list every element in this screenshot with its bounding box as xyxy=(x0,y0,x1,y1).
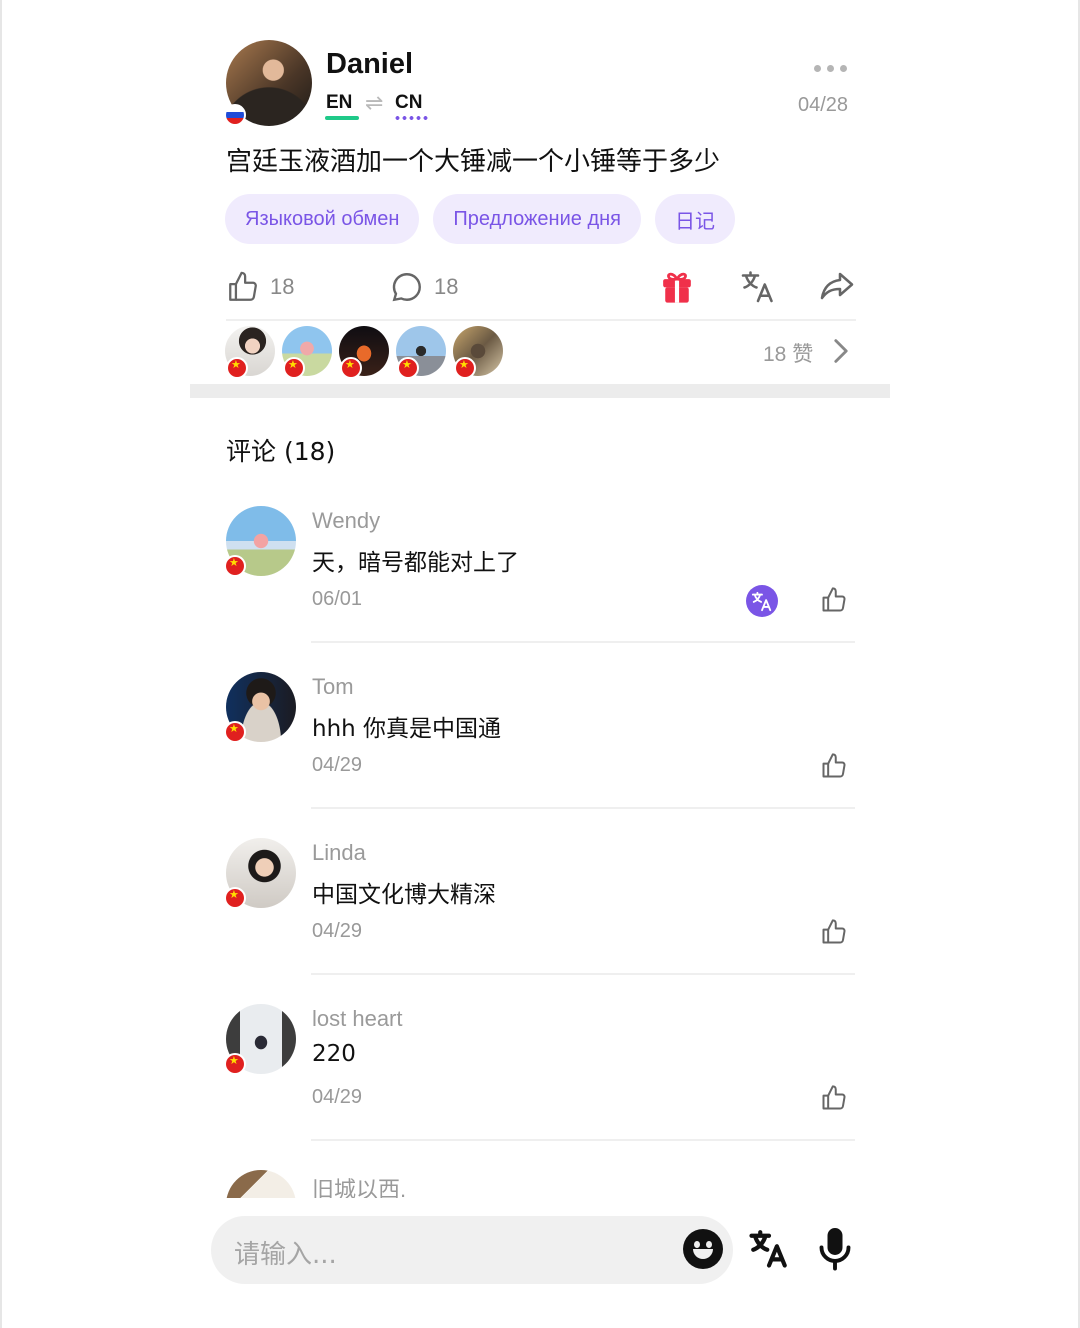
comment-author[interactable]: Wendy xyxy=(312,508,380,534)
comment-date: 06/01 xyxy=(312,588,363,610)
translate-comment-button[interactable] xyxy=(746,585,778,617)
comments-title: 评论 (18) xyxy=(226,437,336,466)
more-options-icon[interactable] xyxy=(814,58,854,78)
translate-icon xyxy=(741,271,773,303)
language-exchange-icon: ⇌ xyxy=(365,91,384,116)
post-date: 04/28 xyxy=(798,94,849,116)
post-text: 宫廷玉液酒加一个大锤减一个小锤等于多少 xyxy=(226,147,721,177)
translate-post-button[interactable] xyxy=(740,268,776,304)
comment-divider xyxy=(311,973,855,975)
author-name[interactable]: Daniel xyxy=(326,48,413,81)
like-count: 18 xyxy=(270,274,295,299)
chevron-right-icon[interactable] xyxy=(832,338,850,364)
comment-divider xyxy=(311,641,855,643)
comment-bubble-icon xyxy=(392,273,421,302)
comment-text: 220 xyxy=(312,1041,356,1067)
comment-author[interactable]: lost heart xyxy=(312,1006,403,1032)
china-flag-icon xyxy=(454,357,476,379)
input-placeholder[interactable]: 请输入... xyxy=(234,1234,337,1271)
native-language-bar xyxy=(325,116,359,120)
likers-count[interactable]: 18 赞 xyxy=(763,338,813,368)
post-actions: 18 18 xyxy=(226,266,856,310)
comment-count: 18 xyxy=(434,274,459,299)
comment-date: 04/29 xyxy=(312,1086,363,1108)
comment-text: 天，暗号都能对上了 xyxy=(312,550,519,576)
comment-author[interactable]: Linda xyxy=(312,840,366,866)
china-flag-icon xyxy=(224,887,246,909)
section-separator xyxy=(190,384,890,398)
comment-date: 04/29 xyxy=(312,754,363,776)
thumbs-up-icon[interactable] xyxy=(820,918,848,946)
share-arrow-icon xyxy=(820,272,854,300)
thumbs-up-icon[interactable] xyxy=(820,752,848,780)
learning-language-dots xyxy=(394,116,430,120)
frame-left-border xyxy=(0,0,2,1328)
share-button[interactable] xyxy=(818,268,856,304)
thumbs-up-icon xyxy=(229,271,257,301)
divider xyxy=(226,319,856,321)
china-flag-icon xyxy=(224,721,246,743)
translate-icon xyxy=(751,591,772,612)
learning-language: CN xyxy=(395,92,423,113)
comment-divider xyxy=(311,807,855,809)
post-tags: Языковой обмен Предложение дня 日记 xyxy=(225,194,735,244)
gift-icon xyxy=(663,272,691,303)
comment-author[interactable]: Tom xyxy=(312,674,354,700)
tag-chip[interactable]: Предложение дня xyxy=(433,194,641,244)
china-flag-icon xyxy=(340,357,362,379)
tag-chip[interactable]: Языковой обмен xyxy=(225,194,420,244)
china-flag-icon xyxy=(283,357,305,379)
china-flag-icon xyxy=(226,357,248,379)
native-language: EN xyxy=(326,92,353,113)
tag-chip[interactable]: 日记 xyxy=(655,194,735,244)
microphone-icon[interactable] xyxy=(817,1226,853,1272)
comment-text: hhh 你真是中国通 xyxy=(312,716,502,742)
gift-button[interactable] xyxy=(660,268,694,304)
china-flag-icon xyxy=(224,555,246,577)
comment-button[interactable]: 18 xyxy=(390,270,458,304)
emoji-icon[interactable] xyxy=(683,1229,723,1269)
translate-icon[interactable] xyxy=(748,1226,790,1270)
thumbs-up-icon[interactable] xyxy=(820,1084,848,1112)
china-flag-icon xyxy=(224,1053,246,1075)
thumbs-up-icon[interactable] xyxy=(820,586,848,614)
russia-flag-icon xyxy=(224,104,246,126)
like-button[interactable]: 18 xyxy=(226,270,294,304)
comment-date: 04/29 xyxy=(312,920,363,942)
comment-text: 中国文化博大精深 xyxy=(312,882,496,908)
china-flag-icon xyxy=(397,357,419,379)
comment-divider xyxy=(311,1139,855,1141)
